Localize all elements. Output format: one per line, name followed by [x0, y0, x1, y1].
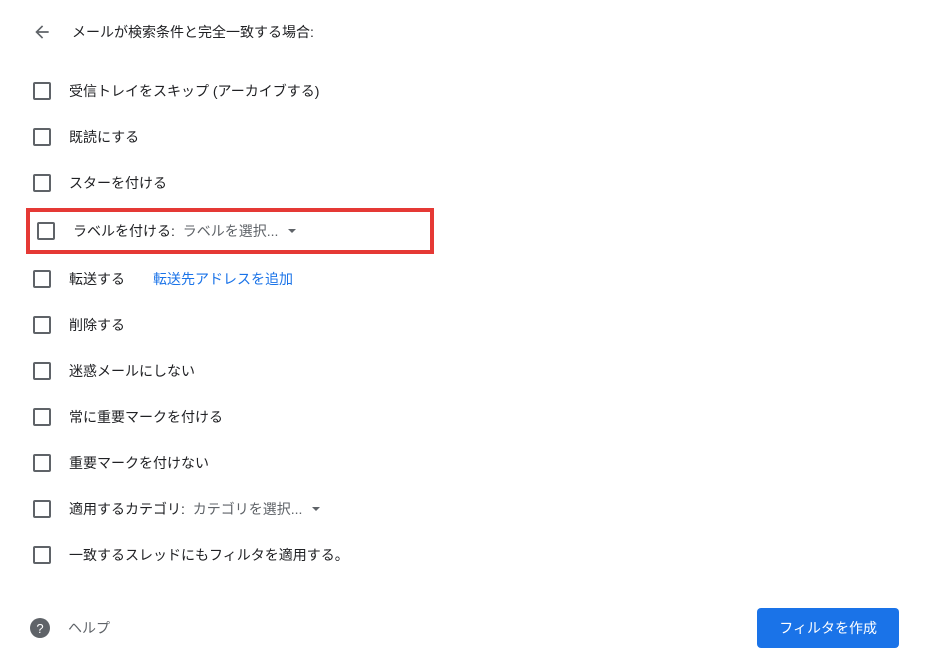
option-apply-to-matching: 一致するスレッドにもフィルタを適用する。: [30, 532, 909, 578]
label-delete: 削除する: [69, 315, 125, 335]
option-mark-read: 既読にする: [30, 114, 909, 160]
label-forward: 転送する: [69, 269, 125, 289]
option-delete: 削除する: [30, 302, 909, 348]
label-always-important: 常に重要マークを付ける: [69, 407, 223, 427]
category-dropdown[interactable]: カテゴリを選択...: [193, 499, 321, 519]
label-apply-label: ラベルを付ける: ラベルを選択...: [73, 221, 296, 241]
help-section: ? ヘルプ: [30, 618, 110, 638]
checkbox-apply-label[interactable]: [37, 222, 55, 240]
apply-label-dropdown-text: ラベルを選択...: [183, 221, 279, 241]
option-always-important: 常に重要マークを付ける: [30, 394, 909, 440]
filter-header: メールが検索条件と完全一致する場合:: [30, 20, 909, 44]
option-skip-inbox: 受信トレイをスキップ (アーカイブする): [30, 68, 909, 114]
help-label[interactable]: ヘルプ: [68, 618, 110, 638]
filter-options-list: 受信トレイをスキップ (アーカイブする) 既読にする スターを付ける ラベルを付…: [30, 68, 909, 578]
checkbox-star[interactable]: [33, 174, 51, 192]
label-apply-to-matching: 一致するスレッドにもフィルタを適用する。: [69, 545, 349, 565]
checkbox-category[interactable]: [33, 500, 51, 518]
label-never-spam: 迷惑メールにしない: [69, 361, 195, 381]
checkbox-never-spam[interactable]: [33, 362, 51, 380]
category-prefix: 適用するカテゴリ:: [69, 501, 185, 517]
checkbox-mark-read[interactable]: [33, 128, 51, 146]
category-dropdown-text: カテゴリを選択...: [193, 499, 303, 519]
option-never-important: 重要マークを付けない: [30, 440, 909, 486]
option-category: 適用するカテゴリ: カテゴリを選択...: [30, 486, 909, 532]
label-star: スターを付ける: [69, 173, 167, 193]
footer: ? ヘルプ フィルタを作成: [30, 608, 909, 648]
back-arrow-icon[interactable]: [30, 20, 54, 44]
checkbox-forward[interactable]: [33, 270, 51, 288]
help-icon[interactable]: ?: [30, 618, 50, 638]
label-mark-read: 既読にする: [69, 127, 139, 147]
label-category: 適用するカテゴリ: カテゴリを選択...: [69, 499, 320, 519]
apply-label-prefix: ラベルを付ける:: [73, 223, 175, 239]
create-filter-button[interactable]: フィルタを作成: [757, 608, 899, 648]
header-title: メールが検索条件と完全一致する場合:: [72, 22, 314, 42]
checkbox-skip-inbox[interactable]: [33, 82, 51, 100]
checkbox-always-important[interactable]: [33, 408, 51, 426]
checkbox-delete[interactable]: [33, 316, 51, 334]
chevron-down-icon: [312, 507, 320, 511]
checkbox-apply-to-matching[interactable]: [33, 546, 51, 564]
option-forward: 転送する 転送先アドレスを追加: [30, 256, 909, 302]
option-apply-label: ラベルを付ける: ラベルを選択...: [26, 208, 434, 254]
forward-address-link[interactable]: 転送先アドレスを追加: [153, 269, 293, 289]
apply-label-dropdown[interactable]: ラベルを選択...: [183, 221, 297, 241]
option-star: スターを付ける: [30, 160, 909, 206]
label-never-important: 重要マークを付けない: [69, 453, 209, 473]
chevron-down-icon: [288, 229, 296, 233]
label-skip-inbox: 受信トレイをスキップ (アーカイブする): [69, 81, 319, 101]
checkbox-never-important[interactable]: [33, 454, 51, 472]
option-never-spam: 迷惑メールにしない: [30, 348, 909, 394]
